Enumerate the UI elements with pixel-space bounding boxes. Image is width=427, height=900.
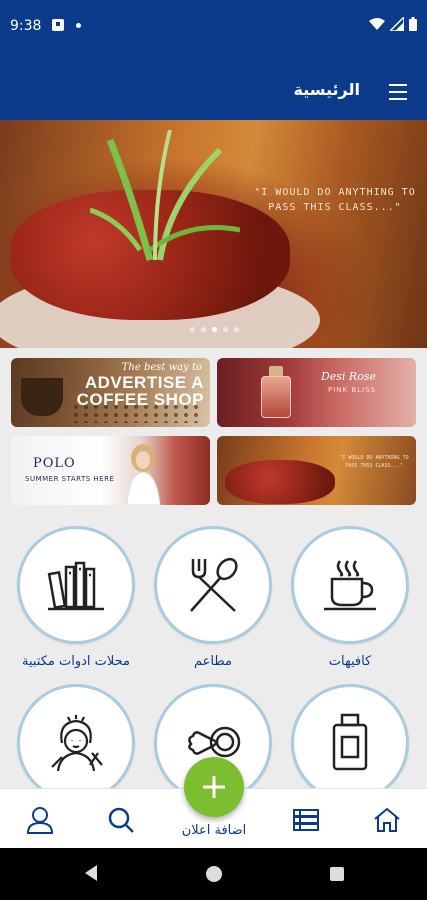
slider-dot[interactable] — [223, 327, 228, 332]
hamburger-menu-icon[interactable] — [389, 84, 407, 100]
perfume-bottle-icon — [332, 713, 368, 771]
nav-add-ad-label[interactable]: اضافة اعلان — [160, 823, 268, 838]
status-notification-icons — [52, 19, 81, 31]
user-icon — [26, 807, 54, 834]
category-beauty[interactable] — [17, 684, 135, 802]
nav-list[interactable] — [291, 805, 321, 835]
status-time: 9:38 — [10, 18, 42, 34]
signal-icon — [390, 17, 404, 31]
list-icon — [293, 809, 319, 831]
home-icon — [374, 807, 400, 832]
hero-greens — [90, 130, 240, 261]
category-circle[interactable] — [17, 526, 135, 644]
model-image — [126, 444, 161, 505]
perfume-bottle-image — [261, 376, 291, 418]
slider-dot-active[interactable] — [212, 327, 217, 332]
add-ad-button[interactable] — [184, 757, 244, 817]
system-nav-bar — [0, 848, 427, 900]
category-circle[interactable] — [291, 684, 409, 802]
ad-headline: ADVERTISE A COFFEE SHOP — [76, 373, 204, 409]
category-perfumes[interactable] — [291, 684, 409, 802]
status-system-icons — [369, 17, 417, 31]
notification-icon — [52, 19, 64, 31]
ad-quote: "I WOULD DO ANYTHING TO PASS THIS CLASS.… — [339, 455, 409, 469]
nav-search[interactable] — [106, 805, 136, 835]
ad-coffee-shop[interactable]: The best way to ADVERTISE A COFFEE SHOP — [11, 358, 210, 427]
app-bar: الرئيسية — [0, 56, 427, 120]
nav-home[interactable] — [372, 805, 402, 835]
category-circle[interactable] — [291, 526, 409, 644]
ad-subtitle: SUMMER STARTS HERE — [25, 475, 115, 483]
slider-dot[interactable] — [234, 327, 239, 332]
food-image — [225, 460, 335, 504]
slider-dots — [190, 327, 239, 332]
plus-icon — [203, 776, 225, 798]
ad-subtitle: PINK BLISS — [328, 386, 376, 394]
hairdresser-icon — [51, 715, 103, 772]
hero-quote: "I WOULD DO ANYTHING TO PASS THIS CLASS.… — [254, 187, 416, 213]
category-label: محلات ادوات مكتبية — [21, 654, 131, 669]
ad-brand: POLO — [33, 456, 76, 471]
home-circle-icon[interactable] — [205, 865, 223, 883]
battery-icon — [409, 17, 417, 31]
category-stationery[interactable]: محلات ادوات مكتبية — [17, 526, 135, 669]
nav-profile[interactable] — [25, 805, 55, 835]
books-icon — [47, 561, 104, 611]
category-circle[interactable] — [17, 684, 135, 802]
category-cafes[interactable]: كافيهات — [291, 526, 409, 669]
recents-icon[interactable] — [329, 866, 345, 882]
ad-restaurant[interactable]: "I WOULD DO ANYTHING TO PASS THIS CLASS.… — [217, 436, 416, 505]
coffee-cup-icon — [324, 560, 376, 611]
wifi-icon — [369, 18, 385, 30]
fork-spoon-icon — [190, 557, 238, 612]
hero-slider[interactable]: "I WOULD DO ANYTHING TO PASS THIS CLASS.… — [0, 120, 427, 348]
home-screen: 9:38 الرئيسية "I WOULD DO ANYTHING TO PA… — [0, 0, 427, 900]
ad-tagline: The best way to — [121, 362, 202, 373]
ad-brand: Desi Rose — [320, 370, 376, 383]
slider-dot[interactable] — [190, 327, 195, 332]
search-icon — [108, 807, 134, 833]
status-bar: 9:38 — [0, 0, 427, 56]
notification-dot-icon — [76, 22, 81, 28]
ad-perfume[interactable]: Desi Rose PINK BLISS — [217, 358, 416, 427]
page-title: الرئيسية — [293, 80, 361, 99]
ad-polo[interactable]: POLO SUMMER STARTS HERE — [11, 436, 210, 505]
category-restaurants[interactable]: مطاعم — [154, 526, 272, 669]
back-icon[interactable] — [83, 864, 99, 882]
slider-dot[interactable] — [201, 327, 206, 332]
category-circle[interactable] — [154, 526, 272, 644]
